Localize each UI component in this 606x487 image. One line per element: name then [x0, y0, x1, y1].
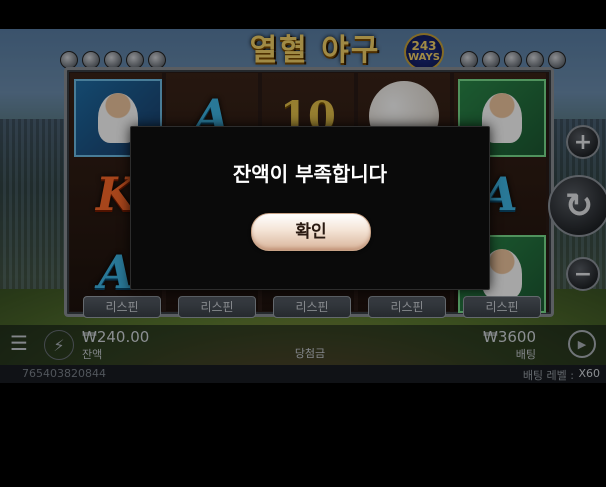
- dialog-message: 잔액이 부족합니다: [232, 162, 388, 186]
- insufficient-balance-dialog: 잔액이 부족합니다 확인: [130, 126, 490, 290]
- confirm-button[interactable]: 확인: [251, 213, 371, 251]
